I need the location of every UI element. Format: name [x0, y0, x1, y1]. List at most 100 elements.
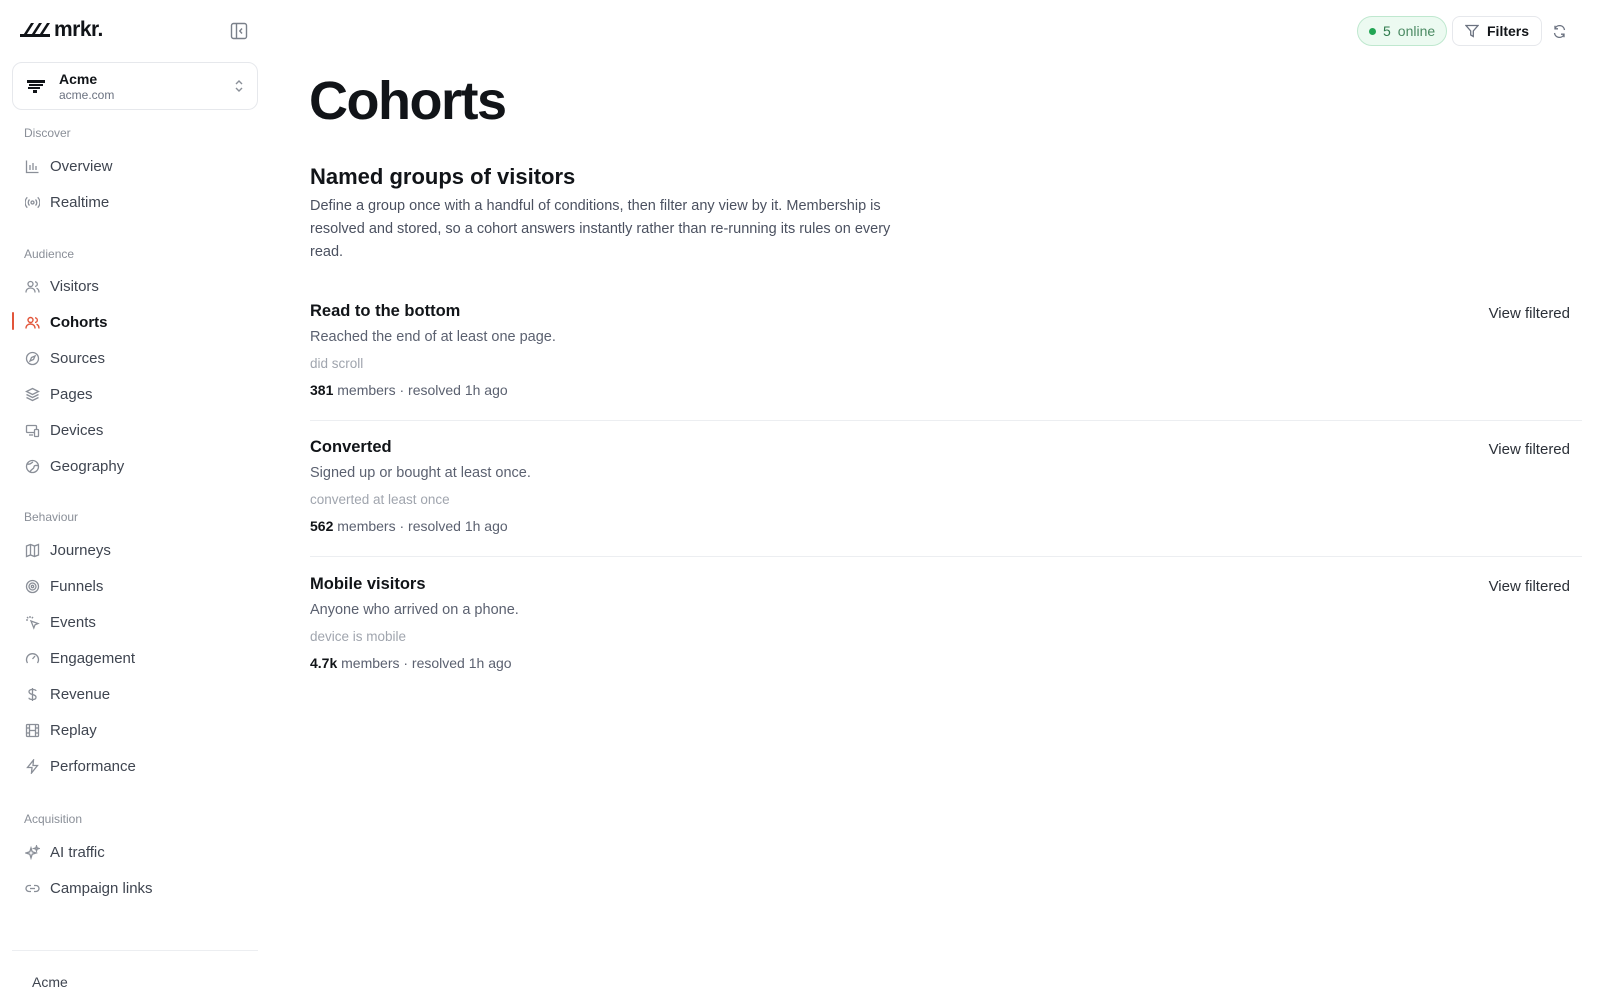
- layers-icon: [24, 386, 40, 402]
- users-icon: [24, 278, 40, 294]
- sidebar-item-label: Funnels: [50, 577, 104, 595]
- logo-mark-icon: [20, 23, 50, 37]
- sparkles-icon: [24, 844, 40, 860]
- sidebar-item-label: Realtime: [50, 193, 110, 211]
- sidebar-item-label: Replay: [50, 721, 97, 739]
- sidebar-collapse-icon: [230, 22, 248, 40]
- globe-icon: [24, 458, 40, 474]
- film-icon: [24, 722, 40, 738]
- cohort-meta: 381 members · resolved 1h ago: [310, 382, 508, 398]
- filters-button-label: Filters: [1487, 23, 1530, 39]
- compass-icon: [24, 350, 40, 366]
- row-divider: [310, 556, 1582, 557]
- target-icon: [24, 578, 40, 594]
- chevron-up-down-icon: [235, 80, 243, 92]
- sidebar-item-ai-traffic[interactable]: AI traffic: [12, 836, 258, 868]
- click-icon: [24, 614, 40, 630]
- section-description: Define a group once with a handful of co…: [310, 198, 891, 260]
- brand-name: mrkr.: [54, 18, 103, 41]
- sidebar-item-geography[interactable]: Geography: [12, 450, 258, 482]
- view-filtered-button[interactable]: View filtered: [1489, 305, 1570, 322]
- row-divider: [310, 420, 1582, 421]
- sidebar-item-label: Geography: [50, 457, 125, 475]
- brand-logo[interactable]: mrkr.: [20, 18, 103, 42]
- workspace-name: Acme: [59, 70, 98, 87]
- cohort-member-count: 381: [310, 382, 334, 398]
- cohort-meta: 562 members · resolved 1h ago: [310, 518, 508, 534]
- view-filtered-button[interactable]: View filtered: [1489, 441, 1570, 458]
- section-heading: Named groups of visitors: [310, 164, 576, 189]
- sidebar-item-pages[interactable]: Pages: [12, 378, 258, 410]
- broadcast-icon: [24, 194, 40, 210]
- sidebar-item-label: Sources: [50, 349, 106, 367]
- sidebar-item-label: Journeys: [50, 541, 111, 559]
- refresh-icon: [1553, 24, 1565, 38]
- cohort-rule: converted at least once: [310, 492, 450, 507]
- filter-icon: [1465, 24, 1479, 38]
- devices-icon: [24, 422, 40, 438]
- cohort-row: Read to the bottom Reached the end of at…: [310, 302, 1582, 438]
- refresh-button[interactable]: [1548, 20, 1570, 42]
- filters-button[interactable]: Filters: [1452, 16, 1543, 46]
- footer-org-name[interactable]: Acme: [32, 974, 68, 990]
- cohort-meta-text: members · resolved 1h ago: [337, 518, 508, 534]
- workspace-domain: acme.com: [59, 87, 115, 102]
- sidebar-item-visitors[interactable]: Visitors: [12, 270, 258, 302]
- cohort-name: Read to the bottom: [310, 302, 461, 320]
- cohort-meta-text: members · resolved 1h ago: [341, 655, 512, 671]
- sidebar-item-events[interactable]: Events: [12, 606, 258, 638]
- cohort-description: Signed up or bought at least once.: [310, 465, 531, 481]
- sidebar-item-revenue[interactable]: Revenue: [12, 678, 258, 710]
- bar-chart-icon: [24, 158, 40, 174]
- cohort-rule: device is mobile: [310, 629, 407, 644]
- gauge-icon: [24, 650, 40, 666]
- page-title: Cohorts: [309, 71, 507, 131]
- sidebar-item-label: Performance: [50, 757, 136, 775]
- sidebar-item-sources[interactable]: Sources: [12, 342, 258, 374]
- sidebar-item-label: Visitors: [50, 277, 99, 295]
- sidebar-item-overview[interactable]: Overview: [12, 150, 258, 182]
- sidebar-item-funnels[interactable]: Funnels: [12, 570, 258, 602]
- sidebar-item-realtime[interactable]: Realtime: [12, 186, 258, 218]
- sidebar-item-label: Cohorts: [50, 313, 108, 331]
- sidebar-item-label: Engagement: [50, 649, 136, 667]
- sidebar-item-label: Devices: [50, 421, 104, 439]
- online-count: 5: [1383, 23, 1391, 39]
- cohort-description: Reached the end of at least one page.: [310, 329, 556, 345]
- link-icon: [24, 880, 40, 896]
- sidebar-item-journeys[interactable]: Journeys: [12, 534, 258, 566]
- cohort-member-count: 562: [310, 518, 334, 534]
- cohort-member-count: 4.7k: [310, 655, 338, 671]
- nav-section-discover: Discover: [24, 126, 71, 140]
- nav-section-audience: Audience: [24, 247, 75, 261]
- online-status-dot-icon: [1369, 27, 1376, 35]
- user-group-icon: [24, 314, 40, 330]
- sidebar-item-label: Campaign links: [50, 879, 153, 897]
- view-filtered-button[interactable]: View filtered: [1489, 578, 1570, 595]
- nav-section-acquisition: Acquisition: [24, 812, 83, 826]
- cohort-row: Converted Signed up or bought at least o…: [310, 438, 1582, 574]
- sidebar-item-engagement[interactable]: Engagement: [12, 642, 258, 674]
- sidebar-item-label: Revenue: [50, 685, 111, 703]
- collapse-sidebar-button[interactable]: [228, 20, 250, 42]
- sidebar: mrkr. Acme acme.com Discover Overview Re…: [0, 0, 272, 1000]
- sidebar-item-devices[interactable]: Devices: [12, 414, 258, 446]
- online-visitors-badge[interactable]: 5 online: [1357, 16, 1448, 46]
- cohort-meta-text: members · resolved 1h ago: [337, 382, 508, 398]
- sidebar-item-cohorts[interactable]: Cohorts: [12, 306, 258, 338]
- online-label: online: [1397, 23, 1436, 39]
- nav-section-behaviour: Behaviour: [24, 510, 79, 524]
- sidebar-item-label: Overview: [50, 157, 113, 175]
- map-icon: [24, 542, 40, 558]
- workspace-switcher[interactable]: Acme acme.com: [12, 62, 258, 110]
- sidebar-item-campaign-links[interactable]: Campaign links: [12, 872, 258, 904]
- sidebar-item-performance[interactable]: Performance: [12, 750, 258, 782]
- cohort-description: Anyone who arrived on a phone.: [310, 602, 519, 618]
- sidebar-item-label: Events: [50, 613, 96, 631]
- dollar-icon: [24, 686, 40, 702]
- cohort-name: Converted: [310, 438, 392, 456]
- sidebar-item-replay[interactable]: Replay: [12, 714, 258, 746]
- workspace-logo-icon: [25, 75, 47, 97]
- sidebar-divider: [12, 950, 258, 951]
- cohort-row: Mobile visitors Anyone who arrived on a …: [310, 575, 1582, 711]
